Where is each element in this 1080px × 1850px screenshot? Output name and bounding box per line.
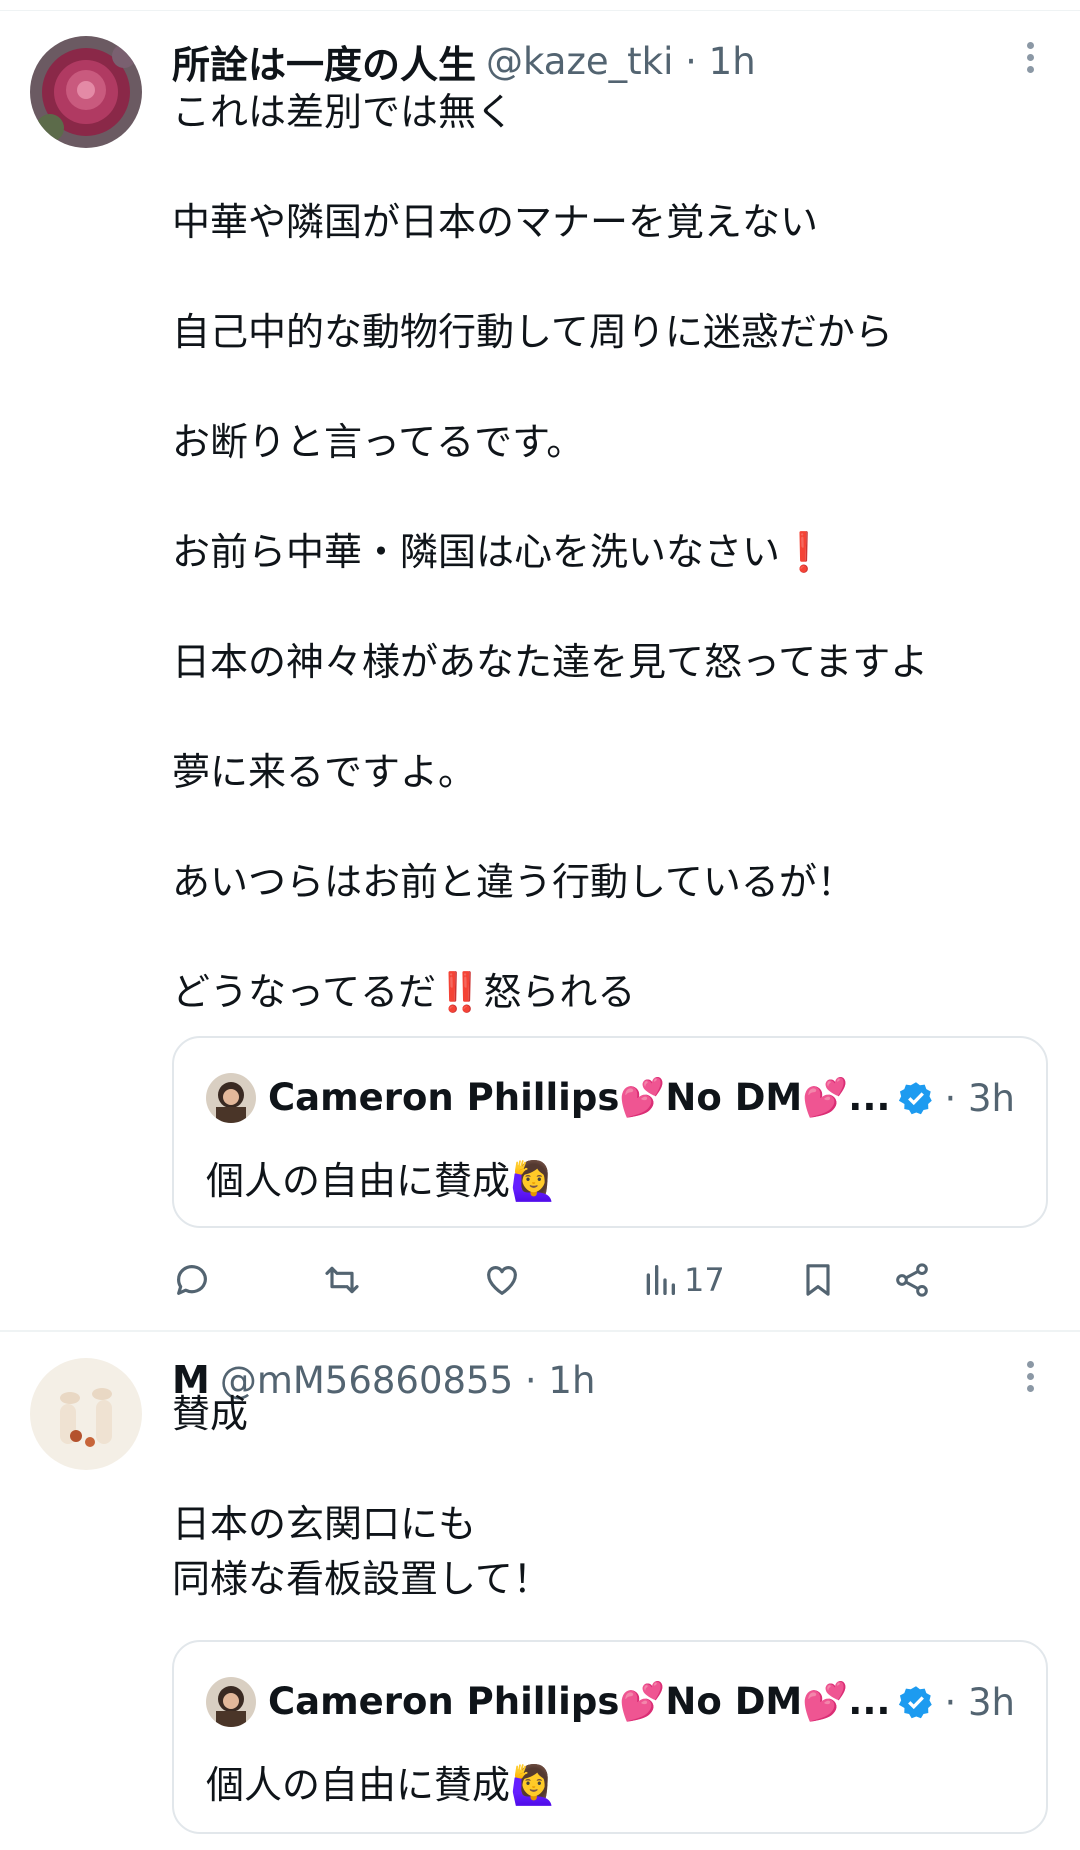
quote-avatar: [206, 1073, 256, 1123]
quote-avatar: [206, 1677, 256, 1727]
quote-time: · 3h: [944, 1680, 1015, 1724]
share-icon[interactable]: [892, 1250, 932, 1310]
avatar[interactable]: [30, 36, 142, 148]
quote-time: · 3h: [944, 1076, 1015, 1120]
handle-time[interactable]: @kaze_tki · 1h: [486, 40, 756, 83]
quote-text: 個人の自由に賛成🙋‍♀️: [206, 1159, 558, 1203]
tweet-text: これは差別では無く 中華や隣国が日本のマナーを覚えない 自己中的な動物行動して周…: [172, 90, 929, 1014]
tweet-actions: 17: [172, 1250, 1032, 1310]
quote-header: Cameron Phillips💕No DM💕... · 3h: [206, 1070, 1015, 1126]
tweet-header: 所詮は一度の人生 @kaze_tki · 1h: [172, 33, 1040, 89]
quote-author-name: Cameron Phillips💕No DM💕...: [268, 1680, 891, 1723]
views-button[interactable]: 17: [640, 1250, 725, 1310]
reply-icon[interactable]: [172, 1250, 212, 1310]
quoted-tweet[interactable]: Cameron Phillips💕No DM💕... · 3h 個人の自由に賛成…: [172, 1036, 1048, 1228]
views-icon: [646, 1265, 675, 1295]
top-divider: [0, 0, 1080, 11]
quote-text: 個人の自由に賛成🙋‍♀️: [206, 1763, 558, 1807]
views-count: 17: [684, 1261, 725, 1299]
quote-header: Cameron Phillips💕No DM💕... · 3h: [206, 1674, 1015, 1730]
verified-badge-icon: [898, 1684, 934, 1720]
quoted-tweet[interactable]: Cameron Phillips💕No DM💕... · 3h 個人の自由に賛成…: [172, 1640, 1048, 1834]
bookmark-icon[interactable]: [798, 1250, 838, 1310]
author-name[interactable]: 所詮は一度の人生: [172, 34, 476, 89]
more-icon[interactable]: [1020, 1356, 1040, 1400]
quote-author-name: Cameron Phillips💕No DM💕...: [268, 1076, 891, 1119]
retweet-icon[interactable]: [322, 1250, 362, 1310]
tweet-text: 賛成 日本の玄関口にも 同様な看板設置して！: [172, 1392, 551, 1601]
avatar[interactable]: [30, 1358, 142, 1470]
verified-badge-icon: [898, 1080, 934, 1116]
like-icon[interactable]: [482, 1250, 522, 1310]
more-icon[interactable]: [1020, 37, 1040, 81]
tweet[interactable]: 所詮は一度の人生 @kaze_tki · 1h これは差別では無く 中華や隣国が…: [0, 30, 1080, 1332]
